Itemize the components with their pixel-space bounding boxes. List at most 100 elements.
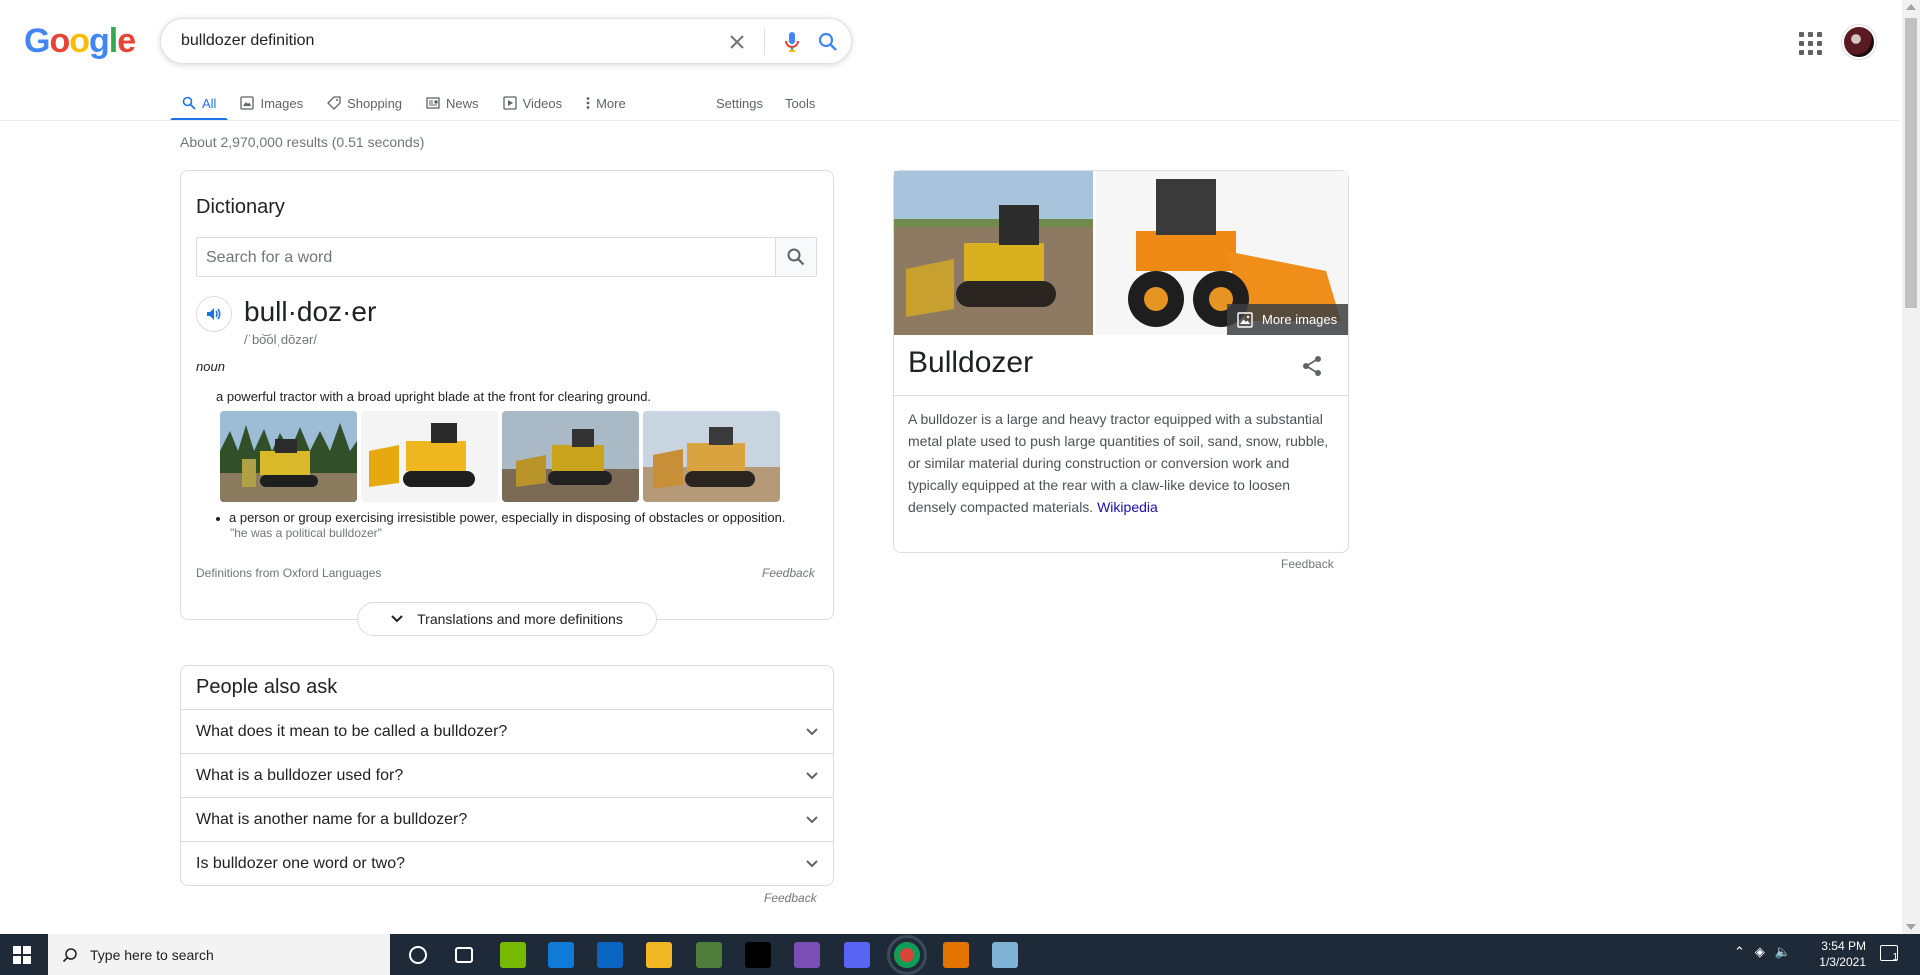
chevron-down-icon (391, 615, 403, 623)
dictionary-search[interactable]: Search for a word (196, 237, 817, 277)
paa-question[interactable]: Is bulldozer one word or two? (180, 841, 834, 885)
logo-letter: g (89, 22, 110, 60)
logo-letter: o (69, 22, 90, 60)
definition-example: "he was a political bulldozer" (230, 526, 382, 540)
bulldozer-image[interactable] (502, 411, 639, 502)
netflix-icon[interactable] (745, 942, 771, 968)
headword: bull·doz·er (244, 296, 377, 327)
logo-letter: l (108, 22, 119, 60)
edge-icon[interactable] (548, 942, 574, 968)
scroll-down-arrow-icon[interactable] (1906, 924, 1916, 930)
search-icon (62, 947, 77, 962)
clear-icon[interactable] (723, 28, 751, 56)
chevron-down-icon (806, 727, 818, 735)
dictionary-search-button[interactable] (775, 238, 816, 276)
news-icon (426, 97, 440, 109)
app-icon[interactable] (696, 942, 722, 968)
network-icon[interactable]: ◈ (1755, 944, 1765, 960)
paa-feedback[interactable]: Feedback (764, 891, 817, 905)
tab-news[interactable]: News (414, 86, 491, 120)
header-divider (0, 120, 1900, 121)
taskbar-search[interactable]: Type here to search (48, 934, 390, 975)
scrollbar-thumb[interactable] (1905, 18, 1917, 308)
taskbar-clock[interactable]: 3:54 PM 1/3/2021 (1796, 938, 1866, 970)
tab-settings[interactable]: Settings (716, 86, 763, 120)
slides-icon[interactable] (943, 942, 969, 968)
image-icon (240, 96, 255, 110)
chevron-down-icon (806, 859, 818, 867)
more-images-button[interactable]: More images (1227, 304, 1348, 335)
windows-start-icon[interactable] (13, 946, 31, 964)
tab-tools[interactable]: Tools (785, 86, 815, 120)
nvidia-icon[interactable] (500, 942, 526, 968)
avatar[interactable] (1842, 25, 1876, 59)
phonetic: /ˈbo͝olˌdōzər/ (244, 332, 317, 347)
play-icon (502, 96, 517, 110)
volume-icon[interactable]: 🔈 (1775, 944, 1791, 960)
search-input[interactable]: bulldozer definition (181, 32, 314, 50)
search-separator (764, 29, 765, 55)
task-view-icon[interactable] (455, 947, 473, 963)
chevron-up-icon[interactable]: ⌃ (1734, 944, 1745, 960)
share-icon[interactable] (1300, 354, 1324, 378)
search-icon[interactable] (815, 29, 841, 55)
wikipedia-link[interactable]: Wikipedia (1097, 499, 1158, 515)
tab-all[interactable]: All (170, 86, 229, 121)
part-of-speech: noun (196, 359, 225, 374)
tab-videos[interactable]: Videos (491, 86, 575, 120)
search-icon (182, 96, 196, 110)
mail-icon[interactable] (597, 942, 623, 968)
paa-question[interactable]: What does it mean to be called a bulldoz… (180, 709, 834, 753)
knowledge-panel-divider (894, 395, 1348, 396)
notification-icon[interactable]: 1 (1880, 945, 1898, 963)
discord-icon[interactable] (844, 942, 870, 968)
dictionary-feedback[interactable]: Feedback (762, 566, 815, 580)
pronunciation-button[interactable] (196, 296, 232, 332)
dictionary-title: Dictionary (196, 196, 285, 218)
search-tabs: All Images Shopping News Videos More (170, 86, 638, 121)
system-tray[interactable]: ⌃ ◈ 🔈 (1734, 944, 1791, 960)
more-definitions-button[interactable]: Translations and more definitions (357, 602, 657, 636)
search-tools: Settings Tools (716, 86, 815, 120)
speaker-icon (207, 308, 221, 320)
paa-question[interactable]: What is another name for a bulldozer? (180, 797, 834, 841)
paa-question[interactable]: What is a bulldozer used for? (180, 753, 834, 797)
tab-shopping[interactable]: Shopping (315, 86, 414, 120)
chrome-icon[interactable] (887, 935, 927, 975)
knowledge-panel-description: A bulldozer is a large and heavy tractor… (908, 411, 1329, 515)
search-box[interactable]: bulldozer definition (160, 18, 852, 64)
bulldozer-image[interactable] (220, 411, 357, 502)
file-explorer-icon[interactable] (646, 942, 672, 968)
image-icon (1237, 311, 1253, 328)
bulldozer-image[interactable] (361, 411, 498, 502)
knowledge-panel-image[interactable] (894, 171, 1093, 335)
search-icon (787, 248, 805, 266)
logo-letter: G (24, 22, 50, 60)
tag-icon (327, 96, 341, 110)
result-stats: About 2,970,000 results (0.51 seconds) (180, 134, 425, 150)
paa-title: People also ask (196, 676, 338, 698)
dictionary-search-input[interactable]: Search for a word (206, 249, 332, 267)
chevron-down-icon (806, 771, 818, 779)
knowledge-panel-title: Bulldozer (908, 346, 1034, 379)
cortana-icon[interactable] (409, 946, 427, 964)
google-logo[interactable]: Google (24, 22, 136, 61)
bulldozer-image[interactable] (643, 411, 780, 502)
bullet-point (216, 516, 220, 521)
logo-letter: o (49, 22, 70, 60)
scroll-up-arrow-icon[interactable] (1906, 4, 1916, 10)
kebab-icon (586, 97, 590, 109)
definition-2: a person or group exercising irresistibl… (216, 510, 785, 525)
tab-more[interactable]: More (574, 86, 638, 120)
knowledge-panel-feedback[interactable]: Feedback (1281, 557, 1334, 571)
logo-letter: e (117, 22, 136, 60)
dictionary-source[interactable]: Definitions from Oxford Languages (196, 566, 381, 580)
tab-images[interactable]: Images (228, 86, 315, 120)
chevron-down-icon (806, 815, 818, 823)
apps-grid-icon[interactable] (1797, 30, 1822, 55)
definition-1: a powerful tractor with a broad upright … (216, 389, 652, 404)
microphone-icon[interactable] (779, 29, 805, 55)
definition-images (220, 411, 780, 502)
winrar-icon[interactable] (794, 942, 820, 968)
notepad-icon[interactable] (992, 942, 1018, 968)
